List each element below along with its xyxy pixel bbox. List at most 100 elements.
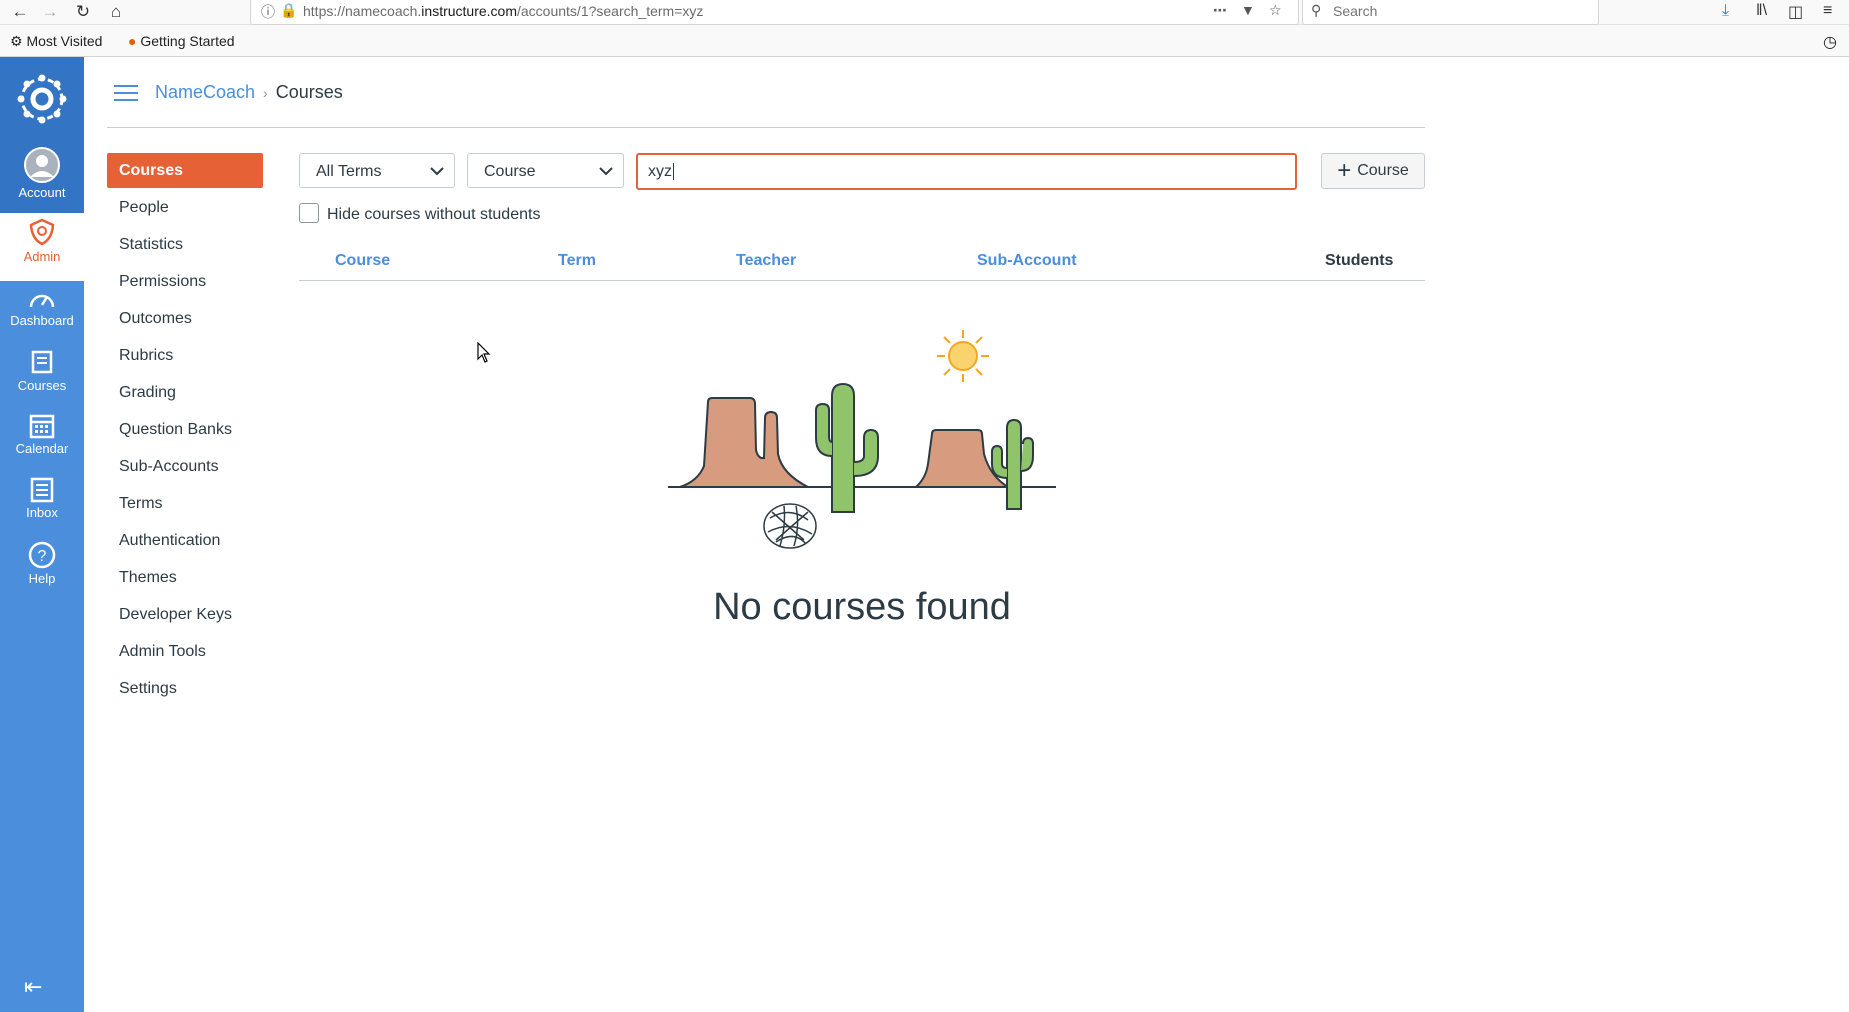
global-nav-inbox[interactable]: Inbox (0, 477, 84, 533)
sub-nav-permissions[interactable]: Permissions (107, 264, 263, 301)
column-sub-account[interactable]: Sub-Account (977, 252, 1077, 270)
text-cursor: ​ (673, 163, 674, 180)
sub-nav-outcomes[interactable]: Outcomes (107, 301, 263, 338)
global-nav-calendar-label: Calendar (15, 441, 69, 456)
cactus-small (1006, 418, 1022, 510)
history-icon[interactable]: ◷ (1823, 32, 1837, 52)
breadcrumb-current: Courses (275, 82, 343, 102)
info-icon[interactable]: ⓘ (261, 2, 275, 22)
back-icon[interactable]: ← (8, 0, 32, 24)
sub-nav-admin-tools[interactable]: Admin Tools (107, 634, 263, 671)
mesa-left (679, 397, 809, 488)
plus-icon: + (1337, 157, 1352, 184)
column-term[interactable]: Term (558, 252, 596, 270)
sub-nav-people[interactable]: People (107, 190, 263, 227)
calendar-icon (29, 414, 55, 439)
breadcrumb-account-link[interactable]: NameCoach (155, 82, 255, 102)
column-students[interactable]: Students (1325, 252, 1393, 270)
sub-nav-question-banks[interactable]: Question Banks (107, 412, 263, 449)
reload-icon[interactable]: ↻ (71, 0, 95, 24)
global-nav-admin[interactable]: Admin (0, 213, 84, 281)
sidebar-icon[interactable]: ◫ (1788, 2, 1803, 22)
bookmark-star-icon[interactable]: ☆ (1269, 2, 1282, 19)
browser-search-bar[interactable]: ⚲ Search (1302, 0, 1599, 25)
global-nav-help[interactable]: ? Help (0, 541, 84, 597)
chevron-down-icon (430, 154, 444, 202)
courses-table-header: Course Term Teacher Sub-Account Students (299, 246, 1425, 281)
hide-without-students-label[interactable]: Hide courses without students (327, 206, 540, 223)
home-icon[interactable]: ⌂ (104, 0, 128, 24)
avatar-icon (24, 147, 60, 183)
help-icon: ? (28, 541, 56, 569)
add-course-button[interactable]: + Course (1321, 153, 1425, 189)
download-icon[interactable]: ⤓ (1722, 2, 1729, 20)
global-nav-courses[interactable]: Courses (0, 350, 84, 406)
bookmark-most-visited[interactable]: ⚙ Most Visited (10, 33, 102, 50)
svg-text:?: ? (38, 548, 47, 565)
global-nav-account[interactable]: Account (0, 141, 84, 213)
browser-search-placeholder: Search (1333, 3, 1378, 19)
global-nav-courses-label: Courses (17, 378, 67, 393)
cactus-large (831, 382, 855, 513)
bookmarks-bar: ⚙ Most Visited ● Getting Started ◷ (0, 25, 1849, 57)
browser-toolbar: ← → ↻ ⌂ ⓘ 🔒 https://namecoach.instructur… (0, 0, 1849, 25)
sub-nav-developer-keys[interactable]: Developer Keys (107, 597, 263, 634)
search-icon: ⚲ (1311, 2, 1322, 18)
hide-without-students-checkbox[interactable] (299, 203, 319, 223)
desert-illustration (668, 330, 1056, 549)
hamburger-menu-icon[interactable] (114, 85, 138, 103)
sub-nav-sub-accounts[interactable]: Sub-Accounts (107, 449, 263, 486)
page-actions-icon[interactable]: ⋯ (1213, 2, 1227, 19)
global-nav-dashboard[interactable]: Dashboard (0, 287, 84, 343)
empty-state-message: No courses found (713, 586, 1011, 628)
breadcrumb: NameCoach › Courses (155, 82, 343, 103)
sub-nav-authentication[interactable]: Authentication (107, 523, 263, 560)
term-select-value: All Terms (316, 163, 382, 180)
library-icon[interactable]: ‖\ (1756, 2, 1767, 20)
courses-icon (31, 350, 53, 374)
sub-nav-statistics[interactable]: Statistics (107, 227, 263, 264)
course-search-input[interactable]: xyz​ (636, 153, 1297, 190)
term-select[interactable]: All Terms (299, 153, 455, 188)
url-bar[interactable]: ⓘ 🔒 https://namecoach.instructure.com/ac… (250, 0, 1299, 25)
sub-nav-settings[interactable]: Settings (107, 671, 263, 708)
breadcrumb-separator: › (263, 85, 268, 101)
sub-nav-grading[interactable]: Grading (107, 375, 263, 412)
admin-shield-icon (29, 218, 55, 246)
pocket-icon[interactable]: ▼ (1241, 2, 1255, 18)
tumbleweed-icon (763, 503, 817, 549)
global-nav-calendar[interactable]: Calendar (0, 413, 84, 469)
mouse-pointer-icon (477, 342, 491, 363)
canvas-logo[interactable] (0, 57, 84, 141)
sub-nav-rubrics[interactable]: Rubrics (107, 338, 263, 375)
global-nav-admin-label: Admin (23, 249, 61, 264)
collapse-nav-icon[interactable]: ⇤ (24, 974, 42, 1000)
column-teacher[interactable]: Teacher (736, 252, 796, 270)
global-nav-dashboard-label: Dashboard (10, 313, 74, 328)
search-type-select[interactable]: Course (467, 153, 624, 188)
chevron-down-icon (599, 154, 613, 202)
sub-nav-terms[interactable]: Terms (107, 486, 263, 523)
header-divider (107, 127, 1425, 128)
search-type-select-value: Course (484, 163, 536, 180)
inbox-icon (30, 477, 54, 503)
column-course[interactable]: Course (335, 252, 390, 270)
course-search-value: xyz (648, 163, 672, 180)
sun-icon (937, 330, 989, 382)
lock-icon[interactable]: 🔒 (280, 2, 297, 19)
sub-nav-courses[interactable]: Courses (107, 153, 263, 188)
account-sub-nav: Courses People Statistics Permissions Ou… (107, 153, 263, 708)
sub-nav-themes[interactable]: Themes (107, 560, 263, 597)
bookmark-getting-started[interactable]: ● Getting Started (128, 33, 235, 49)
add-course-label: Course (1357, 162, 1409, 179)
global-nav-help-label: Help (28, 571, 56, 586)
canvas-logo-icon (17, 74, 67, 124)
global-nav-inbox-label: Inbox (26, 505, 58, 520)
dashboard-icon (29, 294, 55, 308)
global-nav-account-label: Account (18, 185, 66, 200)
hide-without-students-row: Hide courses without students (299, 203, 540, 224)
global-nav: Account Admin Dashboard Courses Calendar (0, 57, 84, 1012)
url-text[interactable]: https://namecoach.instructure.com/accoun… (303, 3, 703, 19)
forward-icon[interactable]: → (38, 0, 62, 24)
menu-icon[interactable]: ≡ (1823, 2, 1832, 20)
